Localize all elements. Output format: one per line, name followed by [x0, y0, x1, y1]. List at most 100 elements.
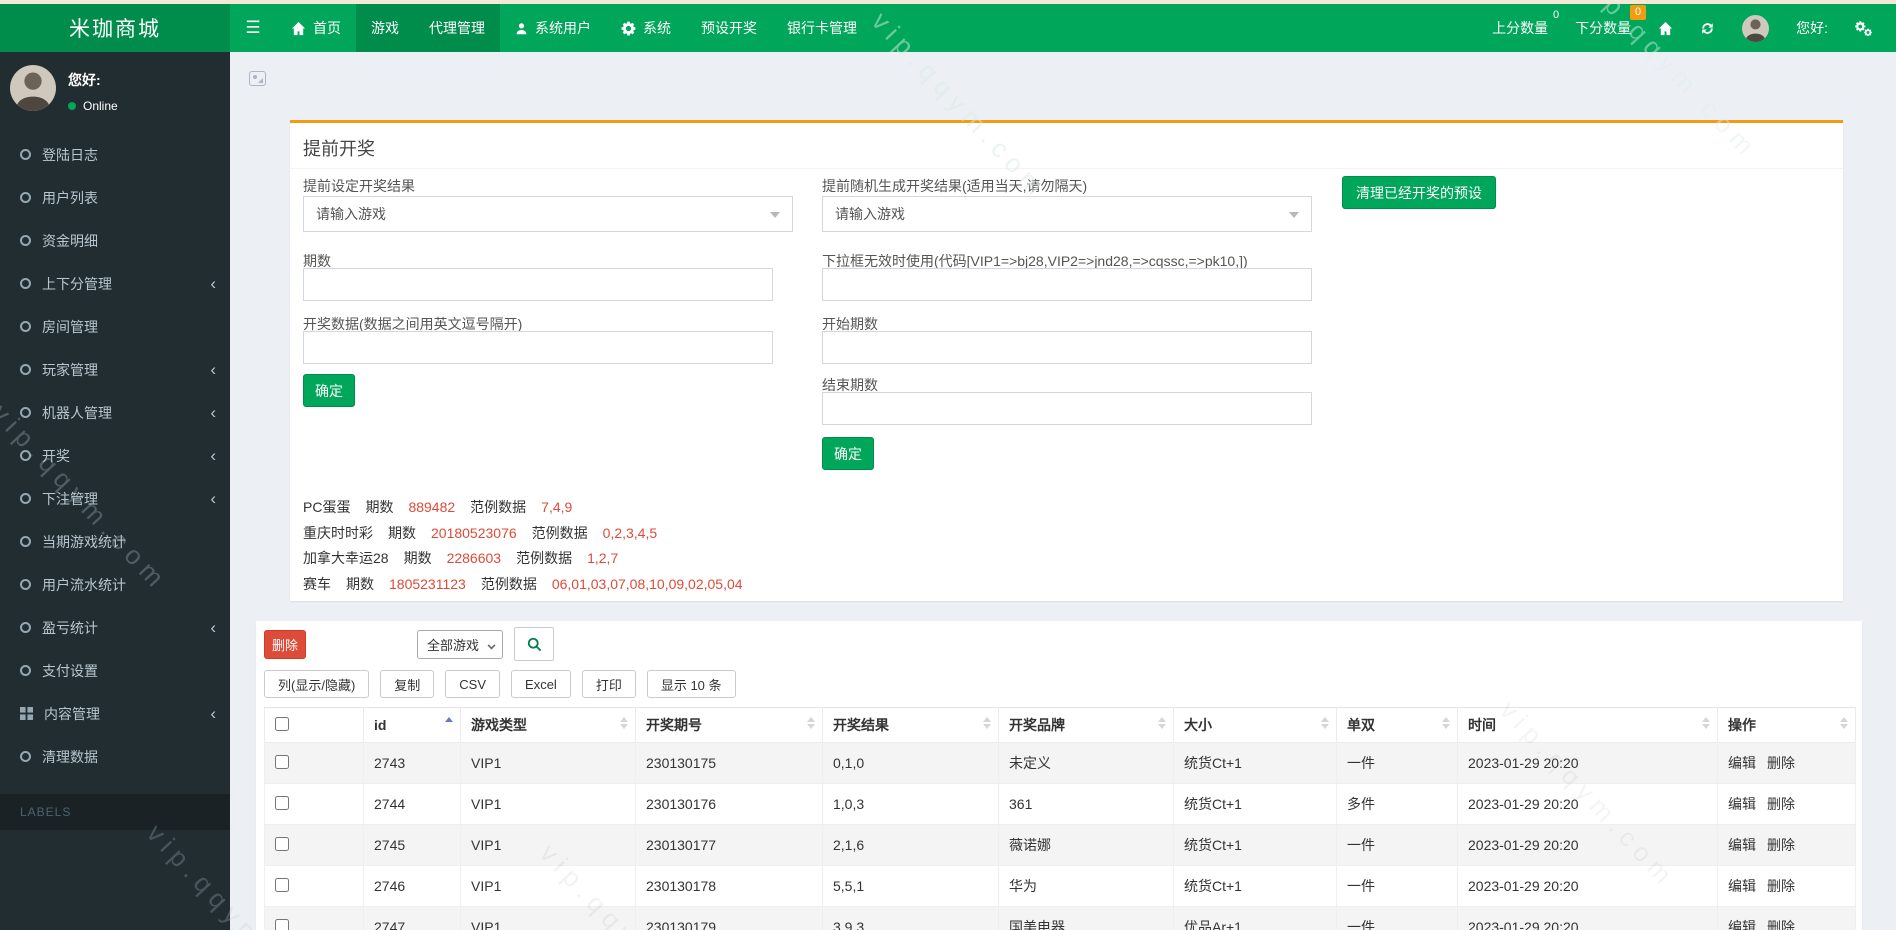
- table-toolbar-button[interactable]: CSV: [445, 670, 500, 698]
- row-action-link[interactable]: 删除: [1767, 796, 1795, 812]
- sidebar-menu-item[interactable]: 用户列表: [0, 176, 230, 219]
- column-header[interactable]: 开奖结果: [823, 708, 999, 743]
- sidebar-menu-item[interactable]: 内容管理‹: [0, 692, 230, 735]
- row-action-link[interactable]: 删除: [1767, 919, 1795, 930]
- navbar-menu-item[interactable]: 系统用户: [500, 4, 606, 52]
- sidebar-menu-item[interactable]: 登陆日志: [0, 133, 230, 176]
- sidebar-menu-item[interactable]: 机器人管理‹: [0, 391, 230, 434]
- row-action-link[interactable]: 编辑: [1728, 755, 1756, 771]
- circle-icon: [20, 364, 31, 375]
- table-toolbar-button[interactable]: 列(显示/隐藏): [264, 670, 369, 698]
- sidebar: 您好: Online 登陆日志用户列表资金明细上下分管理‹房间管理玩家管理‹机器…: [0, 52, 230, 930]
- confirm-button[interactable]: 确定: [303, 374, 355, 407]
- cogs-icon[interactable]: [1855, 21, 1872, 36]
- sidebar-menu-item[interactable]: 盈亏统计‹: [0, 606, 230, 649]
- sidebar-item-label: 下注管理: [42, 489, 98, 509]
- refresh-icon[interactable]: [1700, 21, 1715, 36]
- row-action-link[interactable]: 编辑: [1728, 837, 1756, 853]
- navbar-menu-item[interactable]: 代理管理: [414, 4, 500, 52]
- table-row: 2744VIP12301301761,0,3361统货Ct+1多件2023-01…: [265, 784, 1856, 825]
- chevron-left-icon: ‹: [210, 404, 216, 421]
- sidebar-item-label: 开奖: [42, 446, 70, 466]
- row-actions-cell: 编辑删除: [1718, 907, 1856, 930]
- sidebar-item-label: 用户流水统计: [42, 575, 126, 595]
- table-toolbar-button[interactable]: 显示 10 条: [647, 670, 736, 698]
- row-action-link[interactable]: 编辑: [1728, 878, 1756, 894]
- row-checkbox[interactable]: [275, 919, 289, 930]
- select-all-header-cell: [265, 708, 364, 743]
- table-cell: 2743: [364, 743, 461, 784]
- table-toolbar-button[interactable]: 复制: [380, 670, 434, 698]
- table-cell: 一件: [1337, 743, 1458, 784]
- navbar-menu-item[interactable]: 首页: [276, 4, 356, 52]
- circle-icon: [20, 622, 31, 633]
- delete-button[interactable]: 删除: [264, 630, 306, 659]
- navbar-menu-item[interactable]: 系统: [606, 4, 686, 52]
- set-result-game-select[interactable]: 请输入游戏: [303, 196, 793, 232]
- column-header[interactable]: 单双: [1337, 708, 1458, 743]
- column-header[interactable]: 大小: [1174, 708, 1337, 743]
- column-header[interactable]: 操作: [1718, 708, 1856, 743]
- sample-info-line: 加拿大幸运28期数2286603范例数据1,2,7: [303, 548, 633, 568]
- issue-input[interactable]: [303, 268, 773, 301]
- sidebar-menu-item[interactable]: 用户流水统计: [0, 563, 230, 606]
- table-cell: 多件: [1337, 784, 1458, 825]
- row-action-link[interactable]: 删除: [1767, 755, 1795, 771]
- draw-data-input[interactable]: [303, 331, 773, 364]
- column-header[interactable]: id: [364, 708, 461, 743]
- sidebar-toggle-icon[interactable]: ☰: [230, 4, 276, 52]
- game-filter-select[interactable]: 全部游戏: [417, 630, 503, 659]
- sidebar-item-label: 支付设置: [42, 661, 98, 681]
- sidebar-menu-item[interactable]: 清理数据: [0, 735, 230, 778]
- circle-icon: [20, 235, 31, 246]
- random-result-game-select[interactable]: 请输入游戏: [822, 196, 1312, 232]
- navbar-menu-item[interactable]: 预设开奖: [686, 4, 772, 52]
- sidebar-menu-item[interactable]: 资金明细: [0, 219, 230, 262]
- start-issue-input[interactable]: [822, 331, 1312, 364]
- search-button[interactable]: [514, 627, 554, 661]
- avatar[interactable]: [1742, 15, 1769, 42]
- table-toolbar-button[interactable]: Excel: [511, 670, 571, 698]
- navbar-greeting[interactable]: 您好:: [1796, 18, 1828, 38]
- column-header[interactable]: 开奖品牌: [999, 708, 1174, 743]
- row-select-cell: [265, 907, 364, 930]
- end-issue-input[interactable]: [822, 392, 1312, 425]
- sidebar-menu-item[interactable]: 玩家管理‹: [0, 348, 230, 391]
- column-header[interactable]: 开奖期号: [636, 708, 823, 743]
- divider: [290, 168, 1843, 169]
- sidebar-menu-item[interactable]: 当期游戏统计: [0, 520, 230, 563]
- navbar-menu-item[interactable]: 银行卡管理: [772, 4, 872, 52]
- table-row: 2747VIP12301301793,9,3国美电器优品Ar+1一件2023-0…: [265, 907, 1856, 930]
- clear-drawn-presets-button[interactable]: 清理已经开奖的预设: [1342, 176, 1496, 209]
- row-checkbox[interactable]: [275, 796, 289, 810]
- game-name: 加拿大幸运28: [303, 550, 389, 566]
- brand-logo[interactable]: 米珈商城: [0, 4, 230, 52]
- navbar-item-label: 系统: [643, 18, 671, 38]
- row-checkbox[interactable]: [275, 878, 289, 892]
- row-action-link[interactable]: 编辑: [1728, 796, 1756, 812]
- row-checkbox[interactable]: [275, 837, 289, 851]
- column-header[interactable]: 游戏类型: [461, 708, 636, 743]
- row-checkbox[interactable]: [275, 755, 289, 769]
- sidebar-menu-item[interactable]: 下注管理‹: [0, 477, 230, 520]
- sidebar-menu-item[interactable]: 开奖‹: [0, 434, 230, 477]
- row-action-link[interactable]: 删除: [1767, 878, 1795, 894]
- sidebar-menu-item[interactable]: 上下分管理‹: [0, 262, 230, 305]
- sidebar-item-label: 登陆日志: [42, 145, 98, 165]
- sidebar-menu-item[interactable]: 房间管理: [0, 305, 230, 348]
- navbar-menu-item[interactable]: 游戏: [356, 4, 414, 52]
- row-action-link[interactable]: 编辑: [1728, 919, 1756, 930]
- home-icon[interactable]: [1658, 21, 1673, 36]
- table-toolbar-button[interactable]: 打印: [582, 670, 636, 698]
- column-header[interactable]: 时间: [1458, 708, 1718, 743]
- row-action-link[interactable]: 删除: [1767, 837, 1795, 853]
- up-score-counter[interactable]: 上分数量 0: [1492, 18, 1548, 38]
- table-cell: 2744: [364, 784, 461, 825]
- sidebar-menu-item[interactable]: 支付设置: [0, 649, 230, 692]
- select-all-checkbox[interactable]: [275, 717, 289, 731]
- confirm-button[interactable]: 确定: [822, 437, 874, 470]
- random-result-label: 提前随机生成开奖结果(适用当天,请勿隔天): [822, 176, 1087, 196]
- sample-value: 1,2,7: [587, 550, 618, 566]
- fallback-code-input[interactable]: [822, 268, 1312, 301]
- down-score-counter[interactable]: 下分数量 0: [1575, 18, 1631, 38]
